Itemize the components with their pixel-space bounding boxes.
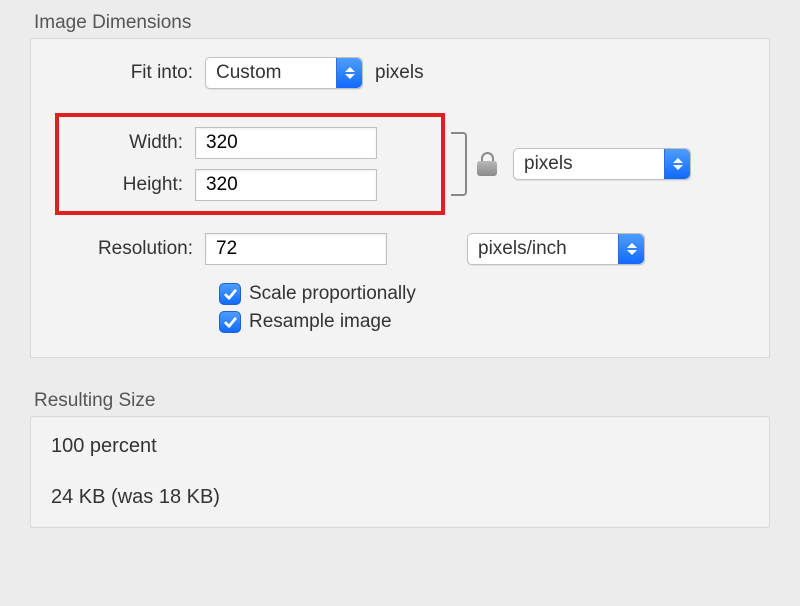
resolution-row: Resolution: pixels/inch bbox=[55, 233, 745, 265]
stepper-arrows-icon bbox=[336, 58, 362, 88]
width-label: Width: bbox=[63, 132, 195, 154]
height-label: Height: bbox=[63, 174, 195, 196]
resolution-input[interactable] bbox=[205, 233, 387, 265]
fit-into-row: Fit into: Custom pixels bbox=[55, 57, 745, 89]
resample-image-row: Resample image bbox=[219, 311, 745, 333]
width-height-group: Width: Height: pixels bbox=[55, 113, 745, 215]
resample-image-checkbox[interactable] bbox=[219, 311, 241, 333]
scale-proportionally-row: Scale proportionally bbox=[219, 283, 745, 305]
dimensions-panel: Fit into: Custom pixels Width: Height: bbox=[30, 38, 770, 358]
resolution-unit-value: pixels/inch bbox=[468, 234, 618, 264]
stepper-arrows-icon bbox=[618, 234, 644, 264]
resolution-label: Resolution: bbox=[55, 238, 205, 260]
stepper-arrows-icon bbox=[664, 149, 690, 179]
width-input[interactable] bbox=[195, 127, 377, 159]
scale-proportionally-checkbox[interactable] bbox=[219, 283, 241, 305]
fit-into-label: Fit into: bbox=[55, 62, 205, 84]
dimensions-group-label: Image Dimensions bbox=[34, 12, 770, 34]
height-input[interactable] bbox=[195, 169, 377, 201]
resulting-size-group-label: Resulting Size bbox=[34, 390, 770, 412]
resulting-percent-text: 100 percent bbox=[51, 435, 749, 458]
resample-image-label: Resample image bbox=[249, 311, 392, 333]
resolution-unit-select[interactable]: pixels/inch bbox=[467, 233, 645, 265]
width-height-highlight-box: Width: Height: bbox=[55, 113, 445, 215]
fit-into-unit-label: pixels bbox=[375, 62, 424, 84]
resulting-size-panel: 100 percent 24 KB (was 18 KB) bbox=[30, 416, 770, 528]
fit-into-select-value: Custom bbox=[206, 58, 336, 88]
dimension-unit-value: pixels bbox=[514, 149, 664, 179]
dimension-unit-select[interactable]: pixels bbox=[513, 148, 691, 180]
lock-icon[interactable] bbox=[477, 152, 497, 176]
fit-into-select[interactable]: Custom bbox=[205, 57, 363, 89]
scale-proportionally-label: Scale proportionally bbox=[249, 283, 416, 305]
resulting-filesize-text: 24 KB (was 18 KB) bbox=[51, 486, 749, 509]
link-bracket-icon bbox=[451, 124, 475, 204]
